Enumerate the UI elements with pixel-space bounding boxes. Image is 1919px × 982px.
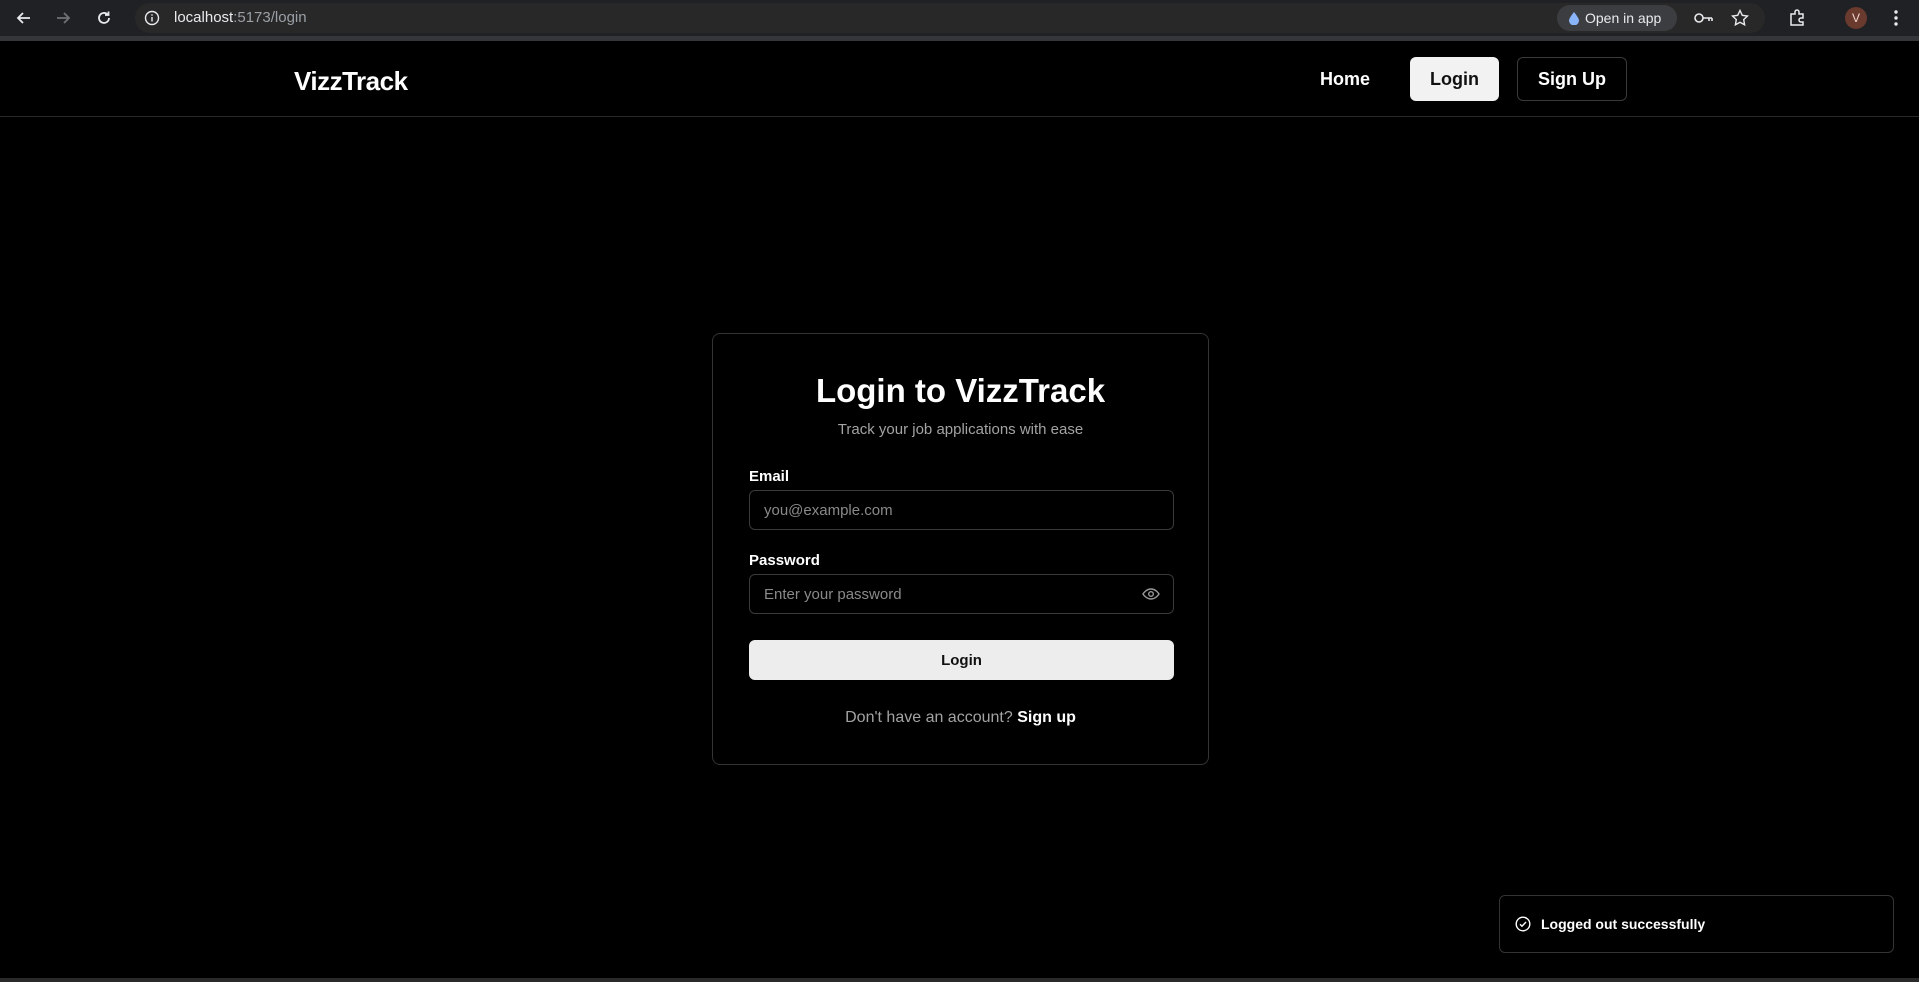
toast-notification: Logged out successfully [1499, 895, 1894, 953]
toast-message: Logged out successfully [1541, 916, 1706, 932]
bookmark-star-icon[interactable] [1728, 6, 1752, 30]
forward-icon[interactable] [51, 6, 75, 30]
login-title: Login to VizzTrack [815, 372, 1106, 409]
signup-prompt: Don't have an account? Sign up [845, 709, 1076, 726]
nav-home-link[interactable]: Home [1302, 57, 1388, 101]
password-key-icon[interactable] [1692, 6, 1716, 30]
menu-kebab-icon[interactable] [1884, 6, 1908, 30]
password-label: Password [749, 552, 820, 569]
extensions-icon[interactable] [1785, 6, 1809, 30]
site-info-icon[interactable] [141, 7, 163, 29]
email-field[interactable]: you@example.com [749, 490, 1174, 530]
show-password-eye-icon[interactable] [1141, 584, 1161, 604]
bottom-scroll-edge [0, 978, 1919, 982]
back-icon[interactable] [12, 6, 36, 30]
app-navbar: VizzTrack Home Login Sign Up [0, 41, 1919, 117]
droplet-icon [1569, 11, 1579, 25]
login-card: Login to VizzTrack Track your job applic… [712, 333, 1209, 765]
password-placeholder: Enter your password [764, 586, 902, 603]
brand-logo[interactable]: VizzTrack [294, 66, 408, 97]
browser-toolbar: localhost:5173/login Open in app V [0, 0, 1919, 36]
signup-link[interactable]: Sign up [1017, 709, 1076, 726]
nav-login-button[interactable]: Login [1410, 57, 1499, 101]
address-bar[interactable] [135, 3, 1765, 33]
email-label: Email [749, 468, 790, 485]
email-placeholder: you@example.com [764, 502, 893, 519]
reload-icon[interactable] [92, 6, 116, 30]
check-circle-icon [1515, 916, 1531, 932]
profile-avatar[interactable]: V [1845, 7, 1867, 29]
url-text[interactable]: localhost:5173/login [174, 9, 307, 26]
login-submit-button[interactable]: Login [749, 640, 1174, 680]
login-subtitle: Track your job applications with ease [837, 421, 1084, 438]
open-in-app-button[interactable]: Open in app [1557, 5, 1677, 31]
password-field[interactable]: Enter your password [749, 574, 1174, 614]
nav-signup-button[interactable]: Sign Up [1517, 57, 1627, 101]
